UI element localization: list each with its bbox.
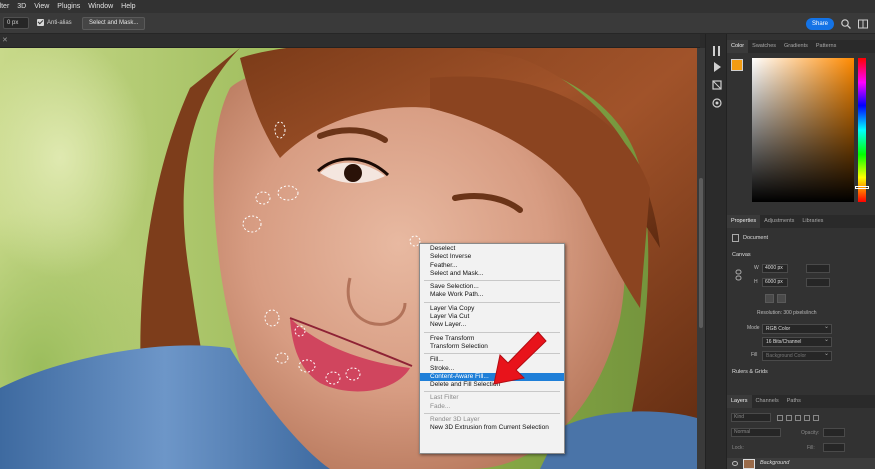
blend-mode-select[interactable]: Normal (731, 428, 781, 437)
width-field[interactable]: 4000 px (762, 264, 788, 273)
bit-depth-select[interactable]: 16 Bits/Channel (762, 336, 832, 347)
opacity-label: Opacity: (801, 430, 820, 436)
menu-item-make-work-path[interactable]: Make Work Path... (420, 291, 564, 299)
scrollbar-thumb[interactable] (699, 178, 703, 328)
tab-adjustments[interactable]: Adjustments (760, 215, 798, 228)
landscape-orientation-button[interactable] (777, 294, 786, 303)
filter-pixel-icon[interactable] (777, 414, 783, 421)
color-field[interactable] (752, 58, 854, 202)
layer-row-background[interactable]: Background (727, 458, 875, 469)
fill-select[interactable]: Background Color (762, 350, 832, 361)
visibility-icon[interactable] (732, 461, 738, 466)
close-icon[interactable]: ✕ (2, 36, 8, 44)
document-icon (732, 234, 739, 242)
menu-item-layer-via-copy[interactable]: Layer Via Copy (420, 305, 564, 313)
options-bar: 0 px Anti-alias Select and Mask... Share (0, 13, 875, 34)
tab-color[interactable]: Color (727, 40, 749, 53)
x-field[interactable] (806, 264, 830, 273)
menu-view[interactable]: View (34, 3, 49, 10)
vertical-scrollbar[interactable] (697, 48, 705, 469)
tab-swatches[interactable]: Swatches (748, 40, 780, 53)
menu-item-layer-via-cut[interactable]: Layer Via Cut (420, 313, 564, 321)
menu-separator (424, 413, 560, 415)
tab-libraries[interactable]: Libraries (798, 215, 827, 228)
tab-paths[interactable]: Paths (783, 395, 805, 408)
filter-shape-icon[interactable] (804, 414, 810, 421)
workspace-icon[interactable] (857, 18, 869, 30)
menu-item-feather[interactable]: Feather... (420, 262, 564, 270)
play-icon[interactable] (710, 60, 724, 74)
menu-separator (424, 280, 560, 282)
layer-filter-icons (777, 413, 819, 422)
anti-alias-label: Anti-alias (47, 19, 72, 26)
tab-patterns[interactable]: Patterns (812, 40, 840, 53)
properties-icon[interactable] (710, 96, 724, 110)
menu-item-last-filter: Last Filter (430, 394, 459, 402)
red-arrow-annotation (493, 331, 547, 385)
menu-window[interactable]: Window (88, 3, 113, 10)
mode-label: Mode (747, 325, 760, 331)
layer-name[interactable]: Background (760, 460, 789, 466)
properties-panel-tabs: Properties Adjustments Libraries (727, 215, 875, 228)
menu-3d[interactable]: 3D (17, 3, 26, 10)
menu-item-new-3d-extrusion-from-current-selection[interactable]: New 3D Extrusion from Current Selection (420, 424, 564, 432)
opacity-field[interactable] (823, 428, 845, 437)
filter-adjust-icon[interactable] (786, 414, 792, 421)
menu-item-select-and-mask[interactable]: Select and Mask... (420, 270, 564, 278)
menu-bar: ilter 3D View Plugins Window Help (0, 0, 875, 13)
menu-separator (424, 391, 560, 393)
history-icon[interactable] (710, 44, 724, 58)
height-label: H (754, 279, 758, 285)
y-field[interactable] (806, 278, 830, 287)
hue-slider-marker[interactable] (855, 186, 869, 189)
fill-opacity-label: Fill: (807, 445, 815, 451)
height-field[interactable]: 6000 px (762, 278, 788, 287)
filter-smart-icon[interactable] (813, 414, 819, 421)
anti-alias-checkbox[interactable] (37, 19, 44, 26)
filter-type-icon[interactable] (795, 414, 801, 421)
canvas-area[interactable] (0, 48, 697, 469)
menu-item-fade: Fade... (430, 402, 451, 410)
color-panel-tabs: Color Swatches Gradients Patterns (727, 40, 875, 53)
feather-input[interactable]: 0 px (3, 17, 29, 29)
right-panels: Color Swatches Gradients Patterns Proper… (727, 34, 875, 469)
tab-properties[interactable]: Properties (727, 215, 761, 228)
menu-item-render-3d-layer: Render 3D Layer (430, 416, 480, 424)
lock-label: Lock: (732, 445, 744, 451)
portrait-photo (0, 48, 697, 469)
menu-item-select-inverse[interactable]: Select Inverse (420, 253, 564, 261)
menu-filter[interactable]: ilter (0, 3, 9, 10)
document-label: Document (743, 235, 769, 241)
hue-slider[interactable] (858, 58, 866, 202)
portrait-orientation-button[interactable] (765, 294, 774, 303)
layer-filter-select[interactable]: Kind (731, 413, 771, 422)
share-button[interactable]: Share (806, 18, 834, 30)
adjust-icon[interactable] (710, 78, 724, 92)
canvas-heading: Canvas (732, 252, 751, 258)
menu-item-deselect[interactable]: Deselect (420, 245, 564, 253)
search-icon[interactable] (840, 18, 852, 30)
rulers-grids-heading[interactable]: Rulers & Grids (732, 369, 768, 375)
document-row: Document (732, 234, 768, 242)
tab-layers[interactable]: Layers (727, 395, 752, 408)
anti-alias-toggle[interactable]: Anti-alias (37, 19, 72, 26)
foreground-color-swatch[interactable] (731, 59, 743, 71)
panel-tool-strip (705, 34, 727, 469)
link-icon[interactable] (735, 269, 742, 281)
menu-help[interactable]: Help (121, 3, 135, 10)
layers-panel-tabs: Layers Channels Paths (727, 395, 875, 408)
menu-separator (424, 301, 560, 303)
menu-plugins[interactable]: Plugins (57, 3, 80, 10)
fill-label: Fill (751, 352, 758, 358)
tab-gradients[interactable]: Gradients (780, 40, 812, 53)
fill-opacity-field[interactable] (823, 443, 845, 452)
width-label: W (754, 265, 759, 271)
document-tab-strip: ✕ (0, 34, 700, 48)
menu-item-save-selection[interactable]: Save Selection... (420, 283, 564, 291)
layer-thumbnail (743, 459, 755, 469)
mode-select[interactable]: RGB Color (762, 323, 832, 334)
resolution-text: Resolution: 300 pixels/inch (757, 310, 817, 316)
tab-channels[interactable]: Channels (752, 395, 783, 408)
select-and-mask-button[interactable]: Select and Mask... (82, 17, 146, 30)
